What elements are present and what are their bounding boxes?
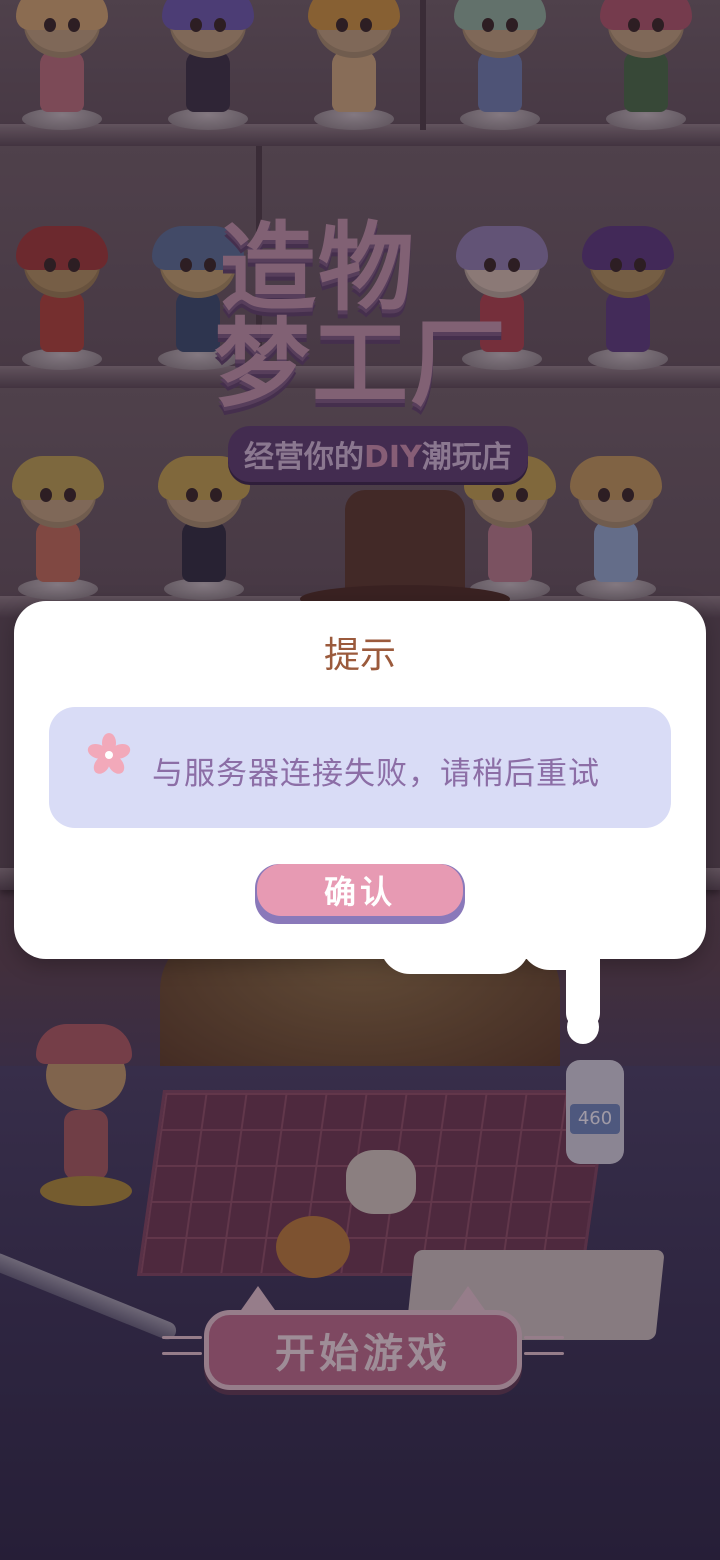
dialog-title: 提示 [323,635,396,676]
sakura-flower-icon [87,733,131,774]
confirm-button-label: 确认 [257,864,463,916]
confirm-button[interactable]: 确认 [255,864,465,924]
dialog-drip [380,940,530,974]
dialog-message: 与服务器连接失败，请稍后重试 [152,756,600,792]
dialog-drip [567,1010,599,1044]
